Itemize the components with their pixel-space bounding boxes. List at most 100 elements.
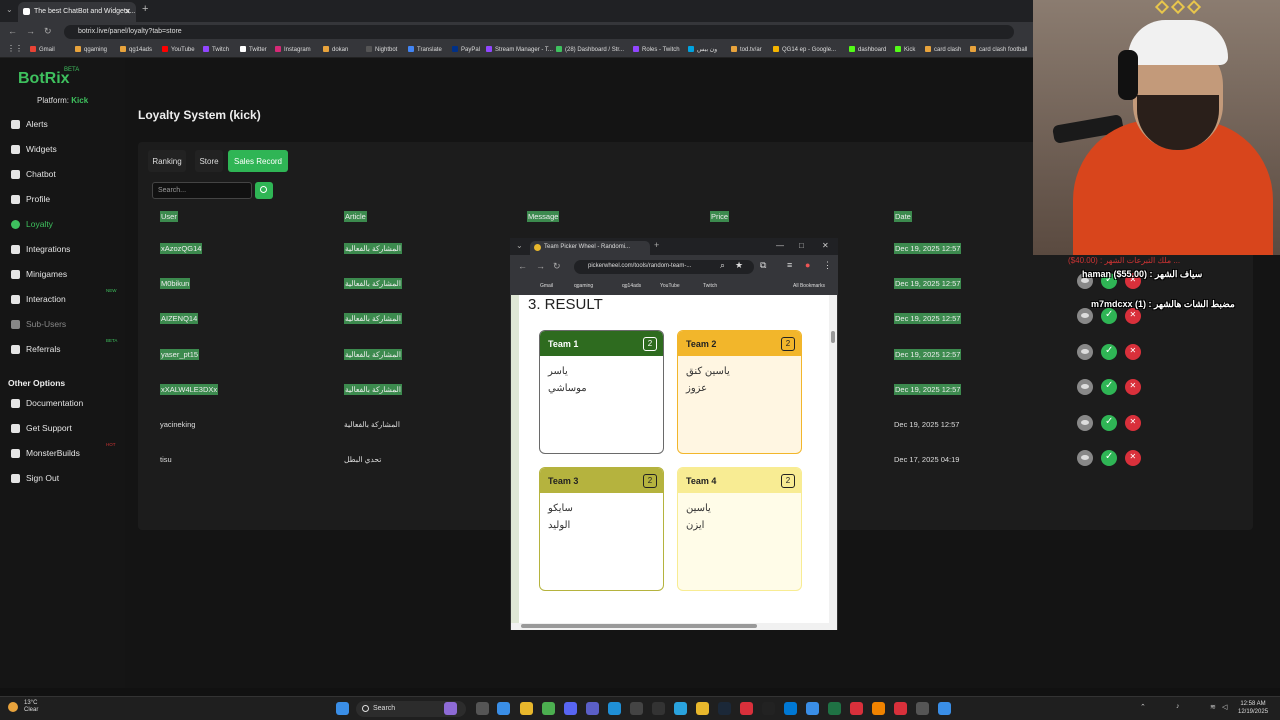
bookmark-item[interactable]: Roles - Twitch bbox=[633, 46, 680, 53]
bookmark-item[interactable]: dashboard bbox=[849, 46, 886, 53]
column-header-message[interactable]: Message bbox=[527, 211, 560, 222]
reject-icon[interactable] bbox=[1125, 379, 1141, 395]
sidebar-item-chatbot[interactable]: Chatbot bbox=[11, 169, 56, 179]
bookmark-item[interactable]: ون بيس bbox=[688, 46, 717, 53]
weather-widget[interactable]: 13°C Clear bbox=[8, 700, 38, 714]
bookmark-item[interactable]: Twitch bbox=[203, 46, 229, 53]
all-bookmarks[interactable]: All Bookmarks bbox=[793, 283, 825, 289]
edge-icon[interactable] bbox=[608, 702, 621, 715]
sidebar-item-alerts[interactable]: Alerts bbox=[11, 119, 48, 129]
store-icon[interactable] bbox=[784, 702, 797, 715]
popup-tab[interactable]: Team Picker Wheel - Randomi... bbox=[530, 241, 650, 255]
bookmark-item[interactable]: YouTube bbox=[162, 46, 195, 53]
popup-new-tab-icon[interactable]: + bbox=[654, 240, 659, 250]
popup-vertical-scrollbar[interactable] bbox=[829, 295, 837, 623]
minimize-icon[interactable]: — bbox=[776, 241, 784, 250]
file-explorer-icon[interactable] bbox=[520, 702, 533, 715]
search-input[interactable]: Search... bbox=[152, 182, 252, 199]
profile-icon[interactable]: ● bbox=[805, 260, 810, 270]
sidebar-item-integrations[interactable]: Integrations bbox=[11, 244, 70, 254]
sidebar-item-minigames[interactable]: Minigames bbox=[11, 269, 67, 279]
bookmark-item[interactable]: Gmail bbox=[30, 46, 55, 53]
widgets-icon[interactable] bbox=[497, 702, 510, 715]
bookmark-item[interactable]: PayPal bbox=[452, 46, 480, 53]
obs-icon[interactable] bbox=[652, 702, 665, 715]
close-tab-icon[interactable]: ✕ bbox=[124, 7, 131, 16]
notes-icon[interactable] bbox=[696, 702, 709, 715]
vlc-icon[interactable] bbox=[872, 702, 885, 715]
bookmark-star-icon[interactable]: ★ bbox=[735, 260, 743, 271]
app-screen-icon[interactable] bbox=[938, 702, 951, 715]
bookmark-item[interactable]: card clash football bbox=[970, 46, 1027, 53]
media-icon[interactable]: ≡ bbox=[787, 260, 792, 270]
popup-bookmark-item[interactable]: Twitch bbox=[703, 283, 717, 289]
back-icon[interactable]: ← bbox=[8, 26, 17, 36]
task-view-icon[interactable] bbox=[476, 702, 489, 715]
browser-tab[interactable]: The best ChatBot and Widgets... ✕ bbox=[18, 2, 136, 22]
reject-icon[interactable] bbox=[1125, 344, 1141, 360]
teams-icon[interactable] bbox=[586, 702, 599, 715]
app-circle-icon[interactable] bbox=[916, 702, 929, 715]
extensions-icon[interactable]: ⧉ bbox=[760, 260, 766, 271]
column-header-date[interactable]: Date bbox=[894, 211, 912, 222]
popup-address-bar[interactable]: pickerwheel.com/tools/random-team-... bbox=[574, 260, 754, 274]
sidebar-item-sub-users[interactable]: Sub-Users bbox=[11, 319, 66, 329]
reject-icon[interactable] bbox=[1125, 415, 1141, 431]
photos-icon[interactable] bbox=[806, 702, 819, 715]
bookmark-item[interactable]: Translate bbox=[408, 46, 442, 53]
bookmark-item[interactable]: qg14ads bbox=[120, 46, 152, 53]
wifi-icon[interactable]: ≋ bbox=[1210, 703, 1216, 711]
approve-icon[interactable] bbox=[1101, 379, 1117, 395]
maximize-icon[interactable]: □ bbox=[799, 241, 804, 250]
sidebar-item-monsterbuilds[interactable]: MonsterBuilds bbox=[11, 448, 80, 458]
popup-back-icon[interactable]: ← bbox=[518, 261, 527, 271]
steam-icon[interactable] bbox=[718, 702, 731, 715]
tray-chevron-icon[interactable]: ⌃ bbox=[1140, 703, 1146, 711]
column-header-article[interactable]: Article bbox=[344, 211, 367, 222]
app-adobe-icon[interactable] bbox=[894, 702, 907, 715]
discord-icon[interactable] bbox=[564, 702, 577, 715]
view-icon[interactable] bbox=[1077, 379, 1093, 395]
popup-horizontal-scrollbar[interactable] bbox=[511, 623, 837, 630]
popup-reload-icon[interactable]: ↻ bbox=[553, 261, 561, 272]
reject-icon[interactable] bbox=[1125, 450, 1141, 466]
column-header-price[interactable]: Price bbox=[710, 211, 730, 222]
mic-tray-icon[interactable]: ♪ bbox=[1176, 703, 1180, 710]
sidebar-item-get-support[interactable]: Get Support bbox=[11, 423, 72, 433]
capcut-icon[interactable] bbox=[762, 702, 775, 715]
view-icon[interactable] bbox=[1077, 344, 1093, 360]
bookmark-item[interactable]: dokan bbox=[323, 46, 348, 53]
tab-store[interactable]: Store bbox=[195, 150, 223, 172]
tab-sales-record[interactable]: Sales Record bbox=[228, 150, 288, 172]
approve-icon[interactable] bbox=[1101, 308, 1117, 324]
bookmark-item[interactable]: QG14 ep - Google... bbox=[773, 46, 836, 53]
bookmark-item[interactable]: Instagram bbox=[275, 46, 311, 53]
bookmark-item[interactable]: Kick bbox=[895, 46, 915, 53]
popup-bookmark-item[interactable]: qgaming bbox=[574, 283, 593, 289]
botrix-logo[interactable]: BotRix bbox=[18, 70, 70, 88]
close-window-icon[interactable]: ✕ bbox=[822, 241, 829, 250]
sidebar-item-interaction[interactable]: Interaction bbox=[11, 294, 66, 304]
column-header-user[interactable]: User bbox=[160, 211, 178, 222]
copilot-icon[interactable] bbox=[444, 702, 457, 715]
bookmark-item[interactable]: (28) Dashboard / Str... bbox=[556, 46, 624, 53]
popup-bookmark-item[interactable]: qg14ads bbox=[622, 283, 641, 289]
rec-icon[interactable] bbox=[850, 702, 863, 715]
bookmark-item[interactable]: Nightbot bbox=[366, 46, 397, 53]
reject-icon[interactable] bbox=[1125, 308, 1141, 324]
zoom-icon[interactable]: ⌕ bbox=[720, 260, 725, 271]
approve-icon[interactable] bbox=[1101, 415, 1117, 431]
telegram-icon[interactable] bbox=[674, 702, 687, 715]
taskbar-clock[interactable]: 12:58 AM 12/19/2025 bbox=[1238, 700, 1268, 716]
bookmark-item[interactable]: qgaming bbox=[75, 46, 107, 53]
sidebar-item-documentation[interactable]: Documentation bbox=[11, 398, 83, 408]
sidebar-item-loyalty[interactable]: Loyalty bbox=[11, 219, 53, 229]
tab-ranking[interactable]: Ranking bbox=[148, 150, 186, 172]
new-tab-icon[interactable]: + bbox=[142, 3, 148, 15]
approve-icon[interactable] bbox=[1101, 450, 1117, 466]
bookmark-item[interactable]: Stream Manager - T... bbox=[486, 46, 553, 53]
tab-search-icon[interactable]: ⌄ bbox=[6, 5, 13, 14]
bookmark-item[interactable]: card clash bbox=[925, 46, 961, 53]
app-red-icon[interactable] bbox=[740, 702, 753, 715]
excel-icon[interactable] bbox=[828, 702, 841, 715]
